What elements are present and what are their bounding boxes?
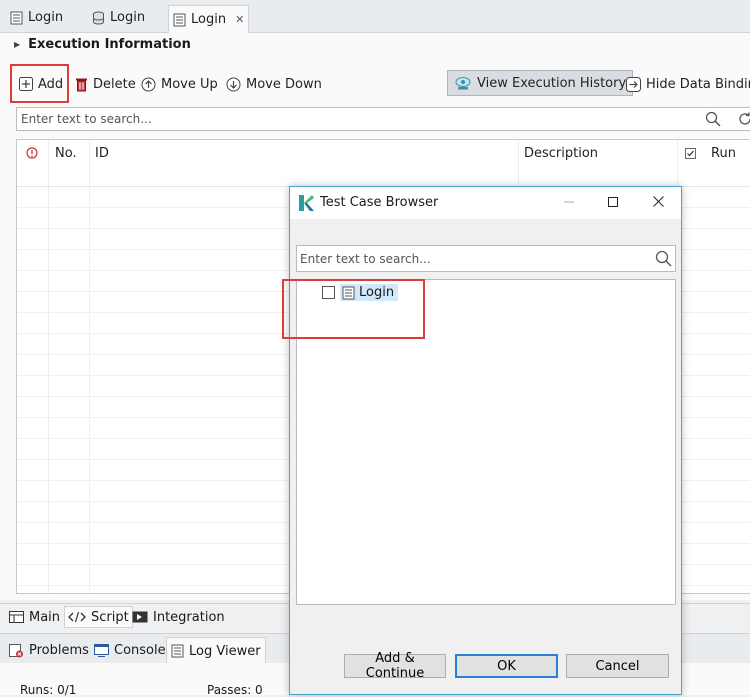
view-execution-history-button[interactable]: View Execution History xyxy=(447,70,634,96)
tab-log-viewer[interactable]: Log Viewer xyxy=(166,637,266,664)
column-header-no[interactable]: No. xyxy=(55,146,77,161)
dialog-title-bar[interactable]: Test Case Browser xyxy=(290,187,681,219)
editor-tab-label: Login xyxy=(191,12,227,27)
search-icon[interactable] xyxy=(655,250,672,267)
data-file-icon xyxy=(92,11,105,25)
close-button[interactable] xyxy=(643,192,673,214)
tab-main[interactable]: Main xyxy=(9,607,60,627)
maximize-icon xyxy=(608,196,618,211)
dialog-search-box xyxy=(296,245,676,272)
search-icon[interactable] xyxy=(705,111,721,127)
move-down-button[interactable]: Move Down xyxy=(226,72,322,96)
arrow-right-box-icon xyxy=(626,76,641,92)
ok-button[interactable]: OK xyxy=(455,654,558,678)
table-icon xyxy=(9,611,24,623)
editor-tab-login-1[interactable]: Login xyxy=(10,4,63,31)
cancel-button[interactable]: Cancel xyxy=(566,654,669,678)
console-icon xyxy=(94,644,109,657)
expand-triangle-icon[interactable]: ▶ xyxy=(14,40,20,49)
editor-tab-login-3[interactable]: Login ✕ xyxy=(168,5,250,33)
test-suite-icon xyxy=(10,11,23,25)
test-case-browser-dialog: Test Case Browser Login Add & Continue xyxy=(289,186,682,695)
refresh-icon[interactable] xyxy=(737,111,750,127)
trash-icon xyxy=(75,77,88,92)
katalon-logo-icon xyxy=(299,195,314,211)
close-icon xyxy=(652,195,664,211)
code-icon xyxy=(68,611,86,623)
dialog-search-input[interactable] xyxy=(297,246,643,271)
minimize-icon xyxy=(564,196,574,211)
section-title: Execution Information xyxy=(28,37,191,52)
maximize-button[interactable] xyxy=(598,192,628,214)
close-icon[interactable]: ✕ xyxy=(235,13,244,26)
editor-tab-bar: Login Login Login ✕ xyxy=(0,0,750,33)
delete-button[interactable]: Delete xyxy=(75,72,136,96)
table-header: No. ID Description Run xyxy=(17,140,750,187)
highlight-box-add xyxy=(10,64,69,103)
checkbox-checked-icon[interactable] xyxy=(685,148,696,159)
move-up-button[interactable]: Move Up xyxy=(141,72,218,96)
tab-problems[interactable]: Problems xyxy=(9,639,89,662)
column-header-run[interactable]: Run xyxy=(711,146,736,161)
main-search-box xyxy=(16,107,750,131)
column-header-id[interactable]: ID xyxy=(95,146,109,161)
error-icon xyxy=(26,147,38,159)
arrow-down-icon xyxy=(226,77,241,92)
arrow-up-icon xyxy=(141,77,156,92)
tab-script[interactable]: Script xyxy=(64,606,133,628)
tab-console[interactable]: Console xyxy=(94,639,166,662)
log-viewer-icon xyxy=(171,644,184,658)
editor-tab-label: Login xyxy=(28,10,64,25)
integration-icon xyxy=(132,611,148,623)
dialog-title: Test Case Browser xyxy=(320,195,439,210)
search-input[interactable] xyxy=(17,108,695,130)
editor-tab-login-2[interactable]: Login xyxy=(92,4,145,31)
highlight-box-tree-item xyxy=(282,279,425,339)
add-continue-button[interactable]: Add & Continue xyxy=(344,651,446,681)
tab-integration[interactable]: Integration xyxy=(132,607,225,627)
section-header[interactable]: ▶ Execution Information xyxy=(14,37,191,52)
minimize-button[interactable] xyxy=(554,192,584,214)
column-header-description[interactable]: Description xyxy=(524,146,598,161)
editor-tab-label: Login xyxy=(110,10,146,25)
test-suite-icon xyxy=(173,13,186,27)
hide-data-binding-button[interactable]: Hide Data Binding xyxy=(626,72,750,96)
problems-icon xyxy=(9,643,24,658)
history-icon xyxy=(454,76,472,91)
